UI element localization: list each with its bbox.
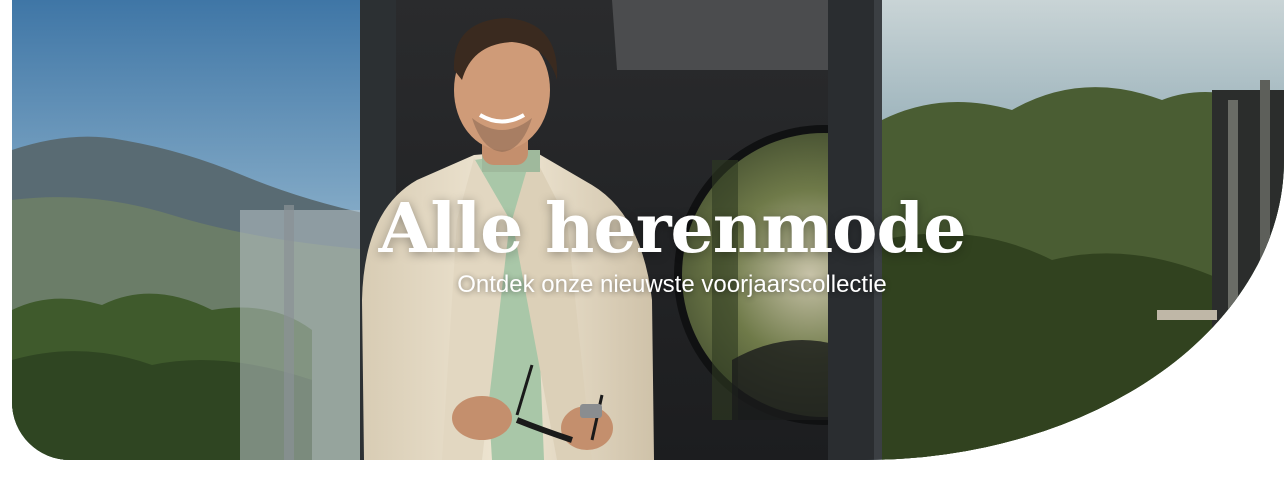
hero-banner[interactable]: Alle herenmode Ontdek onze nieuwste voor… — [12, 0, 1284, 460]
hero-title[interactable]: Alle herenmode — [60, 190, 1284, 268]
hero-subtitle[interactable]: Ontdek onze nieuwste voorjaarscollectie — [60, 270, 1284, 300]
hero-text: Alle herenmode Ontdek onze nieuwste voor… — [12, 190, 1284, 300]
